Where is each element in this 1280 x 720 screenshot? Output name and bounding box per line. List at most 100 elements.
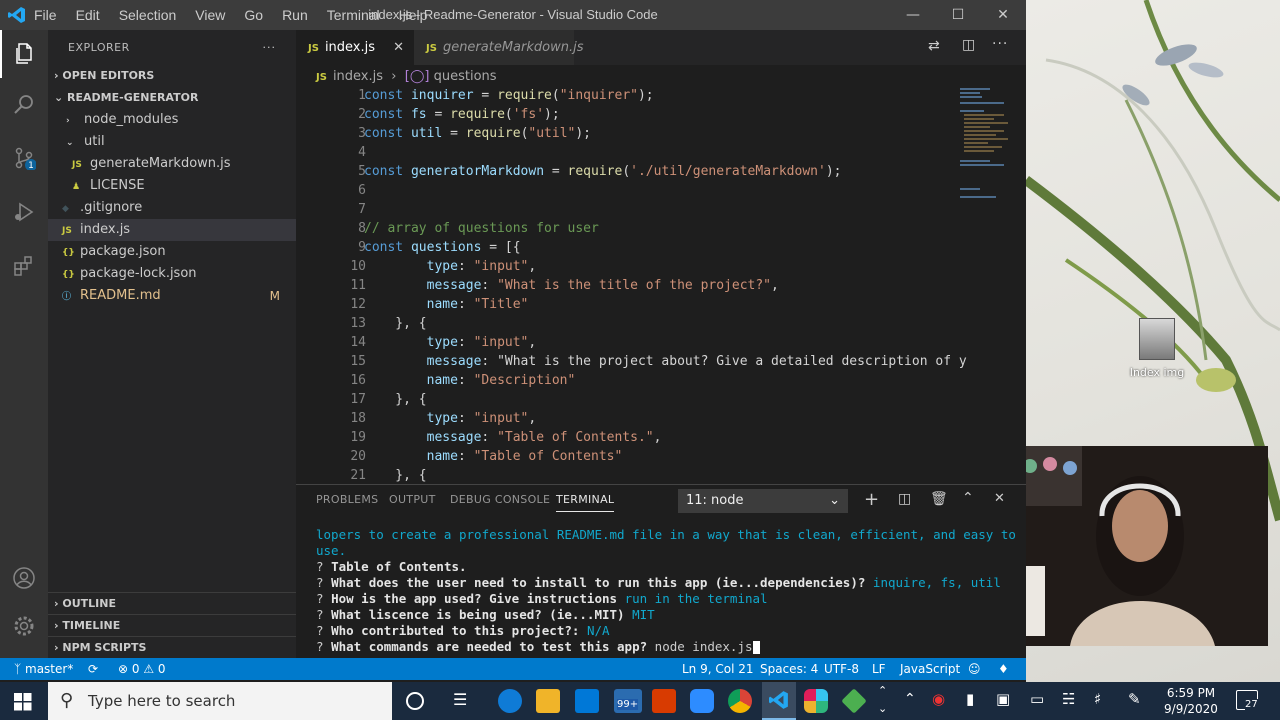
chrome-icon[interactable]	[728, 689, 752, 713]
tree-item-generatemarkdown[interactable]: JS generateMarkdown.js	[48, 153, 296, 175]
split-editor-icon[interactable]: ◫	[962, 37, 975, 53]
terminal-select[interactable]: 11: node ⌄	[678, 489, 848, 513]
source-control-icon[interactable]: 1	[0, 134, 48, 182]
search-icon[interactable]	[0, 80, 48, 128]
encoding[interactable]: UTF-8	[824, 662, 859, 676]
pen-tray-icon[interactable]: ✎	[1128, 690, 1141, 708]
taskbar-scroll-arrows[interactable]: ⌃ ⌄	[878, 682, 887, 718]
extensions-icon[interactable]	[0, 242, 48, 290]
json-file-icon: {}	[62, 248, 75, 258]
breadcrumb-symbol[interactable]: questions	[434, 69, 497, 84]
tree-item-package-lock-json[interactable]: {} package-lock.json	[48, 263, 296, 285]
office-icon[interactable]	[652, 689, 676, 713]
tree-item-readme[interactable]: ⓘ README.md M	[48, 285, 296, 307]
kill-terminal-trash-icon[interactable]: 🗑	[930, 491, 948, 507]
store-icon[interactable]	[575, 689, 599, 713]
settings-gear-icon[interactable]	[0, 602, 48, 650]
tab-terminal[interactable]: TERMINAL	[556, 493, 615, 512]
outline-section[interactable]: › OUTLINE	[48, 592, 296, 614]
line-endings[interactable]: LF	[872, 662, 886, 676]
open-editors-section[interactable]: › OPEN EDITORS	[48, 65, 296, 87]
language-mode[interactable]: JavaScript	[900, 662, 960, 676]
menu-go[interactable]: Go	[244, 7, 263, 23]
cursor-position[interactable]: Ln 9, Col 21	[682, 662, 754, 676]
action-center-icon[interactable]: 27	[1236, 690, 1258, 710]
battery-icon[interactable]: ▭	[1030, 690, 1044, 708]
wifi-icon[interactable]: ☵	[1062, 690, 1075, 708]
breadcrumb-file[interactable]: index.js	[333, 69, 383, 84]
git-branch[interactable]: ᛉ master*	[14, 662, 73, 676]
minimap[interactable]	[956, 88, 1016, 208]
file-explorer-icon[interactable]	[536, 689, 560, 713]
microphone-tray-icon[interactable]: ▮	[966, 690, 974, 708]
compare-changes-icon[interactable]: ⇄	[928, 38, 940, 54]
minimize-button[interactable]: —	[890, 0, 936, 30]
task-view-icon[interactable]: ☰	[453, 690, 467, 709]
problems-count[interactable]: ⊗ 0 ⚠ 0	[118, 662, 166, 676]
tab-problems[interactable]: PROBLEMS	[316, 493, 378, 506]
display-tray-icon[interactable]: ▣	[996, 690, 1010, 708]
git-client-icon[interactable]	[841, 688, 867, 714]
mail-icon[interactable]: 99+	[614, 689, 642, 713]
slack-icon[interactable]	[804, 689, 828, 713]
explorer-icon[interactable]	[0, 30, 48, 78]
menu-selection[interactable]: Selection	[119, 7, 177, 23]
feedback-icon[interactable]: ☺	[968, 662, 981, 676]
edge-browser-icon[interactable]	[498, 689, 522, 713]
tab-generatemarkdown[interactable]: JS generateMarkdown.js	[414, 30, 583, 65]
antivirus-tray-icon[interactable]: ◉	[932, 690, 945, 708]
menu-file[interactable]: File	[34, 7, 57, 23]
menu-view[interactable]: View	[195, 7, 225, 23]
line-number: 9	[358, 240, 366, 255]
run-debug-icon[interactable]	[0, 188, 48, 236]
taskbar-clock[interactable]: 6:59 PM 9/9/2020	[1162, 685, 1220, 717]
menu-terminal[interactable]: Terminal	[327, 7, 380, 23]
taskbar-search[interactable]: ⚲ Type here to search	[48, 682, 392, 720]
menu-edit[interactable]: Edit	[76, 7, 100, 23]
tree-item-license[interactable]: ♟ LICENSE	[48, 175, 296, 197]
tree-item-package-json[interactable]: {} package.json	[48, 241, 296, 263]
menu-run[interactable]: Run	[282, 7, 308, 23]
maximize-panel-chevron-up-icon[interactable]: ⌃	[962, 490, 974, 506]
timeline-section[interactable]: › TIMELINE	[48, 614, 296, 636]
new-terminal-icon[interactable]: +	[864, 489, 879, 510]
accounts-icon[interactable]	[0, 554, 48, 602]
tab-debug-console[interactable]: DEBUG CONSOLE	[450, 493, 550, 506]
indentation[interactable]: Spaces: 4	[760, 662, 818, 676]
tree-item-util[interactable]: ⌄ util	[48, 131, 296, 153]
terminal-line: ? How is the app used? Give instructions…	[316, 591, 768, 606]
show-hidden-icons-icon[interactable]: ⌃	[904, 691, 916, 707]
code-line: message: "What is the project about? Giv…	[426, 354, 967, 369]
desktop-icon-index-img[interactable]: Index img	[1120, 318, 1194, 379]
tree-item-index-js[interactable]: JS index.js	[48, 219, 296, 241]
line-number: 19	[350, 430, 366, 445]
js-file-icon: JS	[316, 72, 327, 83]
close-panel-icon[interactable]: ✕	[994, 491, 1005, 506]
line-number: 8	[358, 221, 366, 236]
more-actions-icon[interactable]: ···	[263, 30, 277, 65]
tab-output[interactable]: OUTPUT	[389, 493, 436, 506]
code-line: const inquirer = require("inquirer");	[364, 88, 654, 103]
line-number: 16	[350, 373, 366, 388]
code-editor[interactable]: 1 const inquirer = require("inquirer"); 2 c…	[296, 88, 1026, 484]
terminal-line: use.	[316, 543, 347, 558]
sync-icon[interactable]: ⟳	[88, 662, 98, 676]
editor-more-actions-icon[interactable]: ···	[992, 36, 1008, 52]
zoom-icon[interactable]	[690, 689, 714, 713]
tree-item-gitignore[interactable]: ◆ .gitignore	[48, 197, 296, 219]
volume-icon[interactable]: ♯	[1094, 690, 1101, 708]
tab-index-js[interactable]: JS index.js ✕	[296, 30, 414, 65]
npm-scripts-section[interactable]: › NPM SCRIPTS	[48, 636, 296, 658]
notifications-bell-icon[interactable]: ♦	[998, 662, 1009, 676]
cortana-icon[interactable]	[406, 692, 424, 710]
windows-start-icon[interactable]	[14, 693, 32, 715]
project-folder-section[interactable]: ⌄ README-GENERATOR	[48, 87, 296, 109]
close-window-button[interactable]: ✕	[980, 0, 1026, 30]
line-number: 5	[358, 164, 366, 179]
split-terminal-icon[interactable]: ◫	[898, 491, 911, 507]
vscode-taskbar-button[interactable]	[762, 682, 796, 720]
tree-item-node-modules[interactable]: › node_modules	[48, 109, 296, 131]
maximize-button[interactable]: ☐	[935, 0, 981, 30]
close-tab-icon[interactable]: ✕	[393, 30, 404, 65]
menu-help[interactable]: Help	[399, 7, 428, 23]
